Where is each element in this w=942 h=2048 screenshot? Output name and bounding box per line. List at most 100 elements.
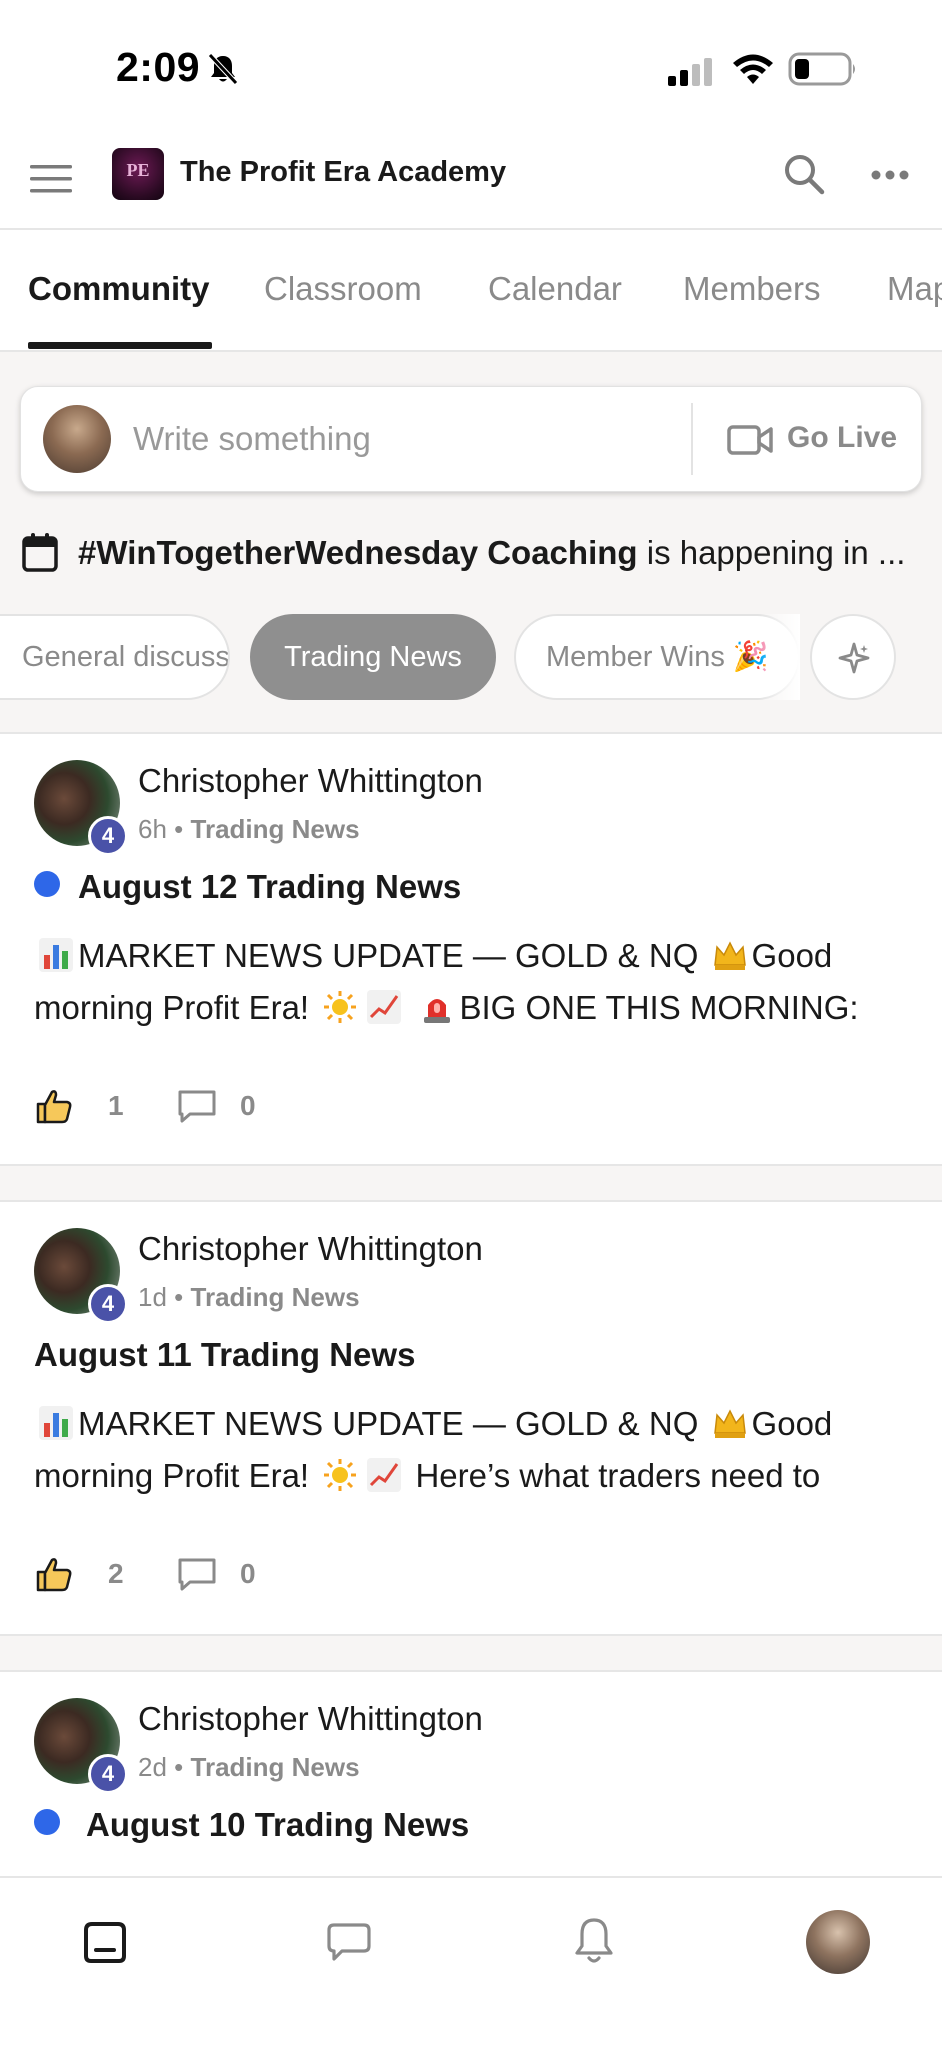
post-preview-line2-end: Here’s what traders need to xyxy=(415,1457,821,1494)
post-separator xyxy=(0,1634,942,1672)
post-preview-line1: MARKET NEWS UPDATE — GOLD & NQ xyxy=(78,937,699,974)
search-icon[interactable] xyxy=(782,152,826,196)
profile-avatar[interactable] xyxy=(806,1910,870,1974)
app-header: PE The Profit Era Academy xyxy=(0,130,942,230)
logo-lettermark: PE xyxy=(126,160,150,180)
thumbs-up-icon[interactable] xyxy=(34,1554,74,1594)
more-options-icon[interactable] xyxy=(870,168,910,182)
level-badge: 4 xyxy=(88,1284,128,1324)
post-title[interactable]: August 11 Trading News xyxy=(34,1336,415,1373)
active-tab-indicator xyxy=(28,342,212,349)
section-tabs: Community Classroom Calendar Members Map xyxy=(0,232,942,352)
post-time: 2d xyxy=(138,1752,167,1782)
chip-general-discussion[interactable]: General discussion xyxy=(0,614,230,700)
like-count: 2 xyxy=(108,1558,124,1589)
community-logo[interactable]: PE xyxy=(112,148,164,200)
post-card[interactable]: 4 Christopher Whittington 2d • Trading N… xyxy=(0,1672,942,1876)
level-badge: 4 xyxy=(88,1754,128,1794)
post-time: 6h xyxy=(138,814,167,844)
post-preview[interactable]: MARKET NEWS UPDATE — GOLD & NQ Good morn… xyxy=(34,930,914,1034)
post-preview-line2-start: morning Profit Era! xyxy=(34,1457,310,1494)
bell-muted-icon xyxy=(208,53,238,85)
chip-member-wins[interactable]: Member Wins 🎉 xyxy=(514,614,800,700)
post-title-row: August 12 Trading News xyxy=(34,868,461,912)
sun-emoji-icon xyxy=(324,991,357,1023)
bottom-navigation xyxy=(0,1876,942,2048)
siren-emoji-icon xyxy=(424,999,451,1023)
meta-separator: • xyxy=(174,1752,184,1782)
meta-separator: • xyxy=(174,1282,184,1312)
bell-icon[interactable] xyxy=(572,1916,616,1966)
tab-calendar[interactable]: Calendar xyxy=(488,270,622,308)
post-separator xyxy=(0,1164,942,1202)
post-meta: 6h • Trading News xyxy=(138,814,360,845)
event-suffix: is happening in ... xyxy=(637,534,906,571)
comment-count: 0 xyxy=(240,1090,256,1121)
post-preview[interactable]: MARKET NEWS UPDATE — GOLD & NQ Good morn… xyxy=(34,1398,914,1502)
crown-emoji-icon xyxy=(713,941,746,970)
like-count: 1 xyxy=(108,1090,124,1121)
unread-indicator xyxy=(34,871,60,897)
sparkle-icon xyxy=(838,642,870,674)
category-filter-chips: General discussion Trading News Member W… xyxy=(0,614,942,704)
post-author[interactable]: Christopher Whittington xyxy=(138,1230,483,1268)
composer-placeholder[interactable]: Write something xyxy=(133,420,371,458)
post-title[interactable]: August 12 Trading News xyxy=(78,868,461,905)
post-title-row: August 11 Trading News xyxy=(34,1336,415,1380)
upcoming-event-banner[interactable]: #WinTogetherWednesday Coaching is happen… xyxy=(22,528,922,578)
unread-indicator xyxy=(34,1809,60,1835)
tab-map[interactable]: Map xyxy=(887,270,942,308)
composer-divider xyxy=(691,403,693,475)
post-card[interactable]: 4 Christopher Whittington 6h • Trading N… xyxy=(0,734,942,1164)
calendar-icon xyxy=(22,533,58,572)
tab-classroom[interactable]: Classroom xyxy=(264,270,422,308)
battery-icon xyxy=(788,52,855,86)
post-preview-line1: MARKET NEWS UPDATE — GOLD & NQ xyxy=(78,1405,699,1442)
wifi-icon xyxy=(733,54,773,84)
post-title[interactable]: August 10 Trading News xyxy=(86,1806,469,1843)
feed-controls: Write something Go Live #WinTogetherWedn… xyxy=(0,352,942,734)
chart-increasing-emoji-icon xyxy=(367,1458,402,1492)
status-time: 2:09 xyxy=(116,44,201,90)
post-category[interactable]: Trading News xyxy=(191,814,360,844)
post-category[interactable]: Trading News xyxy=(191,1752,360,1782)
meta-separator: • xyxy=(174,814,184,844)
post-title-row: August 10 Trading News xyxy=(34,1806,469,1850)
post-composer[interactable]: Write something Go Live xyxy=(20,386,922,492)
event-title: #WinTogetherWednesday Coaching xyxy=(78,534,638,571)
crown-emoji-icon xyxy=(713,1409,746,1438)
home-icon[interactable] xyxy=(82,1920,128,1964)
chart-increasing-emoji-icon xyxy=(367,990,402,1024)
hamburger-menu-icon[interactable] xyxy=(30,162,72,196)
post-author[interactable]: Christopher Whittington xyxy=(138,1700,483,1738)
cellular-signal-icon xyxy=(668,58,712,86)
post-category[interactable]: Trading News xyxy=(191,1282,360,1312)
thumbs-up-icon[interactable] xyxy=(34,1086,74,1126)
sparkle-filter-button[interactable] xyxy=(810,614,896,700)
post-preview-line1-tail: Good xyxy=(751,937,833,974)
status-bar: 2:09 xyxy=(0,0,942,130)
post-preview-line2-start: morning Profit Era! xyxy=(34,989,310,1026)
chip-fade xyxy=(760,614,800,700)
bar-chart-emoji-icon xyxy=(39,1406,73,1440)
current-user-avatar xyxy=(43,405,111,473)
tab-members[interactable]: Members xyxy=(683,270,821,308)
event-text: #WinTogetherWednesday Coaching is happen… xyxy=(78,534,905,572)
sun-emoji-icon xyxy=(324,1459,357,1491)
post-author[interactable]: Christopher Whittington xyxy=(138,762,483,800)
video-camera-icon[interactable] xyxy=(727,423,773,457)
post-time: 1d xyxy=(138,1282,167,1312)
chip-trading-news[interactable]: Trading News xyxy=(250,614,496,700)
post-meta: 1d • Trading News xyxy=(138,1282,360,1313)
comment-icon[interactable] xyxy=(176,1556,218,1592)
post-preview-line2-end: BIG ONE THIS MORNING: xyxy=(459,989,859,1026)
tab-community[interactable]: Community xyxy=(28,270,210,308)
go-live-button[interactable]: Go Live xyxy=(787,421,897,455)
comment-icon[interactable] xyxy=(176,1088,218,1124)
app-title[interactable]: The Profit Era Academy xyxy=(180,156,506,189)
level-badge: 4 xyxy=(88,816,128,856)
post-preview-line1-tail: Good xyxy=(751,1405,833,1442)
post-card[interactable]: 4 Christopher Whittington 1d • Trading N… xyxy=(0,1202,942,1634)
post-meta: 2d • Trading News xyxy=(138,1752,360,1783)
chat-icon[interactable] xyxy=(326,1922,372,1962)
